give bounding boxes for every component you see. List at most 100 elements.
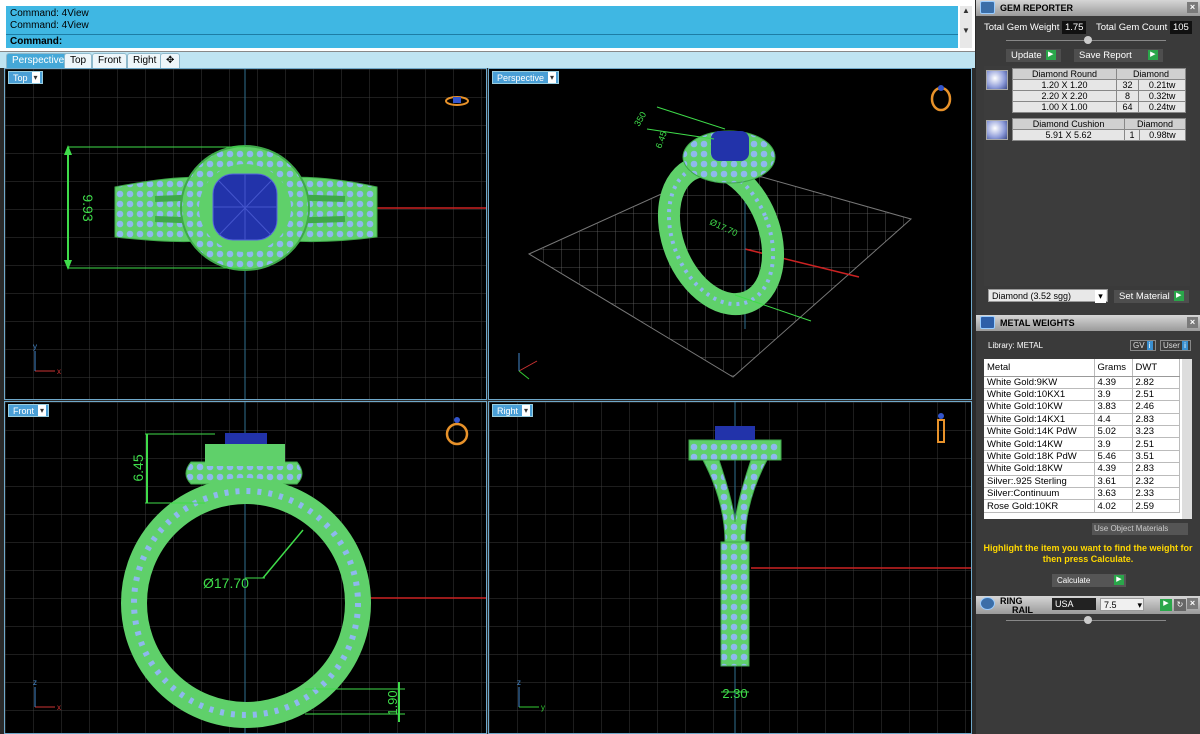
play-icon[interactable]: ▶ [1160,599,1172,611]
refresh-icon[interactable]: ↻ [1174,599,1186,611]
metal-table-scrollbar[interactable] [1182,359,1192,519]
metal-row[interactable]: White Gold:10KX1 3.9 2.51 [984,388,1180,402]
viewport-label-perspective[interactable]: Perspective [492,71,560,84]
metal-grams: 4.4 [1094,413,1133,427]
ring-region-select[interactable]: USA [1052,598,1096,610]
dimension-top-label: 9.93 [80,194,96,221]
metal-grams: 3.61 [1094,475,1133,489]
library-label: Library: METAL [988,341,1043,350]
metal-row[interactable]: White Gold:14K PdW 5.02 3.23 [984,425,1180,439]
gem-row[interactable]: 1.20 X 1.20 32 0.21tw [1012,79,1186,91]
metal-row[interactable]: White Gold:18KW 4.39 2.83 [984,462,1180,476]
user-toggle[interactable]: User i [1160,340,1191,351]
gem-row[interactable]: 5.91 X 5.62 1 0.98tw [1011,129,1187,141]
tab-front[interactable]: Front [92,53,128,68]
viewport-perspective[interactable]: Perspective 350 6.45 Ø17.70 [488,68,972,400]
metal-hint-text: Highlight the item you want to find the … [983,543,1193,564]
tab-top[interactable]: Top [64,53,93,68]
tab-add-viewport[interactable]: ✥ [160,53,181,68]
use-object-materials-toggle[interactable]: Use Object Materials [1092,523,1188,535]
gem-reporter-icon [980,1,995,14]
close-icon[interactable]: × [1187,598,1198,609]
set-material-button[interactable]: Set Material ▶ [1114,290,1189,303]
material-select[interactable]: Diamond (3.52 sgg) ▾ [988,289,1108,303]
viewport-label-front[interactable]: Front [8,404,50,417]
metal-weights-icon [980,316,995,329]
total-gem-count-value: 105 [1169,21,1192,34]
gem-group-round: Diamond Round Diamond 1.20 X 1.20 32 0.21tw… [1012,68,1187,113]
metal-row[interactable]: White Gold:9KW 4.39 2.82 [984,376,1180,389]
ring-size-select[interactable]: 7.5 ▾ [1100,598,1144,611]
gem-size: 1.00 X 1.00 [1012,101,1117,113]
command-history-line: Command: 4View [10,8,89,19]
gv-toggle[interactable]: GV i [1130,340,1156,351]
column-grams[interactable]: Grams [1094,359,1133,377]
metal-name: White Gold:14KW [984,437,1095,451]
total-gem-weight: Total Gem Weight 1.75 [984,21,1087,34]
ring-slider-handle[interactable] [1084,616,1092,624]
gem-count: 8 [1115,90,1140,102]
calculate-label: Calculate [1057,576,1091,585]
play-icon: ▶ [1114,575,1124,585]
metal-dwt: 2.51 [1132,388,1180,402]
column-metal[interactable]: Metal [984,359,1095,377]
viewport-label-top[interactable]: Top [8,71,43,84]
axis-y-label: y [541,703,545,712]
metal-row[interactable]: Rose Gold:10KR 4.02 2.59 [984,499,1180,513]
metal-dwt: 2.83 [1132,462,1180,476]
gem-weight: 0.98tw [1138,129,1187,141]
gem-list: Diamond Round Diamond 1.20 X 1.20 32 0.21tw… [984,66,1190,286]
info-icon: i [1146,341,1153,350]
chevron-down-icon[interactable]: ▾ [1095,290,1106,303]
gem-row[interactable]: 2.20 X 2.20 8 0.32tw [1012,90,1186,102]
play-icon: ▶ [1045,50,1056,61]
metal-name: White Gold:14K PdW [984,425,1095,439]
metal-row[interactable]: Silver:Continuum 3.63 2.33 [984,487,1180,501]
total-gem-weight-label: Total Gem Weight [984,22,1060,33]
command-area: Command: 4View Command: 4View Command: ▲… [0,0,975,52]
metal-dwt: 3.23 [1132,425,1180,439]
scroll-down-icon[interactable]: ▼ [962,26,970,35]
gem-size: 2.20 X 2.20 [1012,90,1117,102]
column-dwt[interactable]: DWT [1132,359,1180,377]
gem-group-cushion: Diamond Cushion Diamond 5.91 X 5.62 1 0.98t… [1011,118,1187,141]
viewport-label-right[interactable]: Right [492,404,534,417]
gem-row[interactable]: 1.00 X 1.00 64 0.24tw [1012,101,1186,113]
command-scrollbar[interactable]: ▲ ▼ [960,6,972,48]
metal-row[interactable]: White Gold:14KX1 4.4 2.83 [984,413,1180,427]
dimension-a-label: 350 [632,110,648,128]
axis-x-label: x [57,703,61,712]
metal-grams: 5.46 [1094,450,1133,464]
tab-perspective[interactable]: Perspective [6,53,71,68]
total-gem-weight-value: 1.75 [1061,21,1087,34]
close-icon[interactable]: × [1187,317,1198,328]
metal-row[interactable]: White Gold:10KW 3.83 2.46 [984,400,1180,414]
command-input[interactable]: Command: [6,34,958,48]
gem-slider-handle[interactable] [1084,36,1092,44]
gem-weight: 0.21tw [1138,79,1186,91]
tab-right[interactable]: Right [127,53,163,68]
scroll-up-icon[interactable]: ▲ [962,6,970,15]
dimension-band-label: 1.90 [385,690,400,715]
metal-row[interactable]: White Gold:18K PdW 5.46 3.51 [984,450,1180,464]
viewport-front[interactable]: Front 6.45 Ø17.70 1.90 x z [4,401,487,734]
gem-shape: Diamond Cushion [1011,118,1126,130]
update-button[interactable]: Update ▶ [1006,49,1061,62]
metal-name: White Gold:18K PdW [984,450,1095,464]
total-gem-count-label: Total Gem Count [1096,22,1168,33]
calculate-button[interactable]: Calculate ▶ [1052,574,1126,587]
metal-name: Silver:.925 Sterling [984,475,1095,489]
user-label: User [1163,341,1180,350]
metal-row[interactable]: White Gold:14KW 3.9 2.51 [984,437,1180,451]
metal-name: White Gold:14KX1 [984,413,1095,427]
save-report-button[interactable]: Save Report ▶ [1074,49,1163,62]
metal-name: White Gold:9KW [984,376,1095,389]
viewport-top[interactable]: Top 9.93 x y [4,68,487,400]
metal-row[interactable]: Silver:.925 Sterling 3.61 2.32 [984,475,1180,489]
chevron-down-icon[interactable]: ▾ [1137,599,1142,612]
close-icon[interactable]: × [1187,2,1198,13]
info-icon: i [1182,341,1188,350]
use-object-materials-label: Use Object Materials [1094,524,1169,533]
side-panel: GEM REPORTER × Total Gem Weight 1.75 Tot… [976,0,1200,734]
viewport-right[interactable]: Right 2.30 y z [488,401,972,734]
